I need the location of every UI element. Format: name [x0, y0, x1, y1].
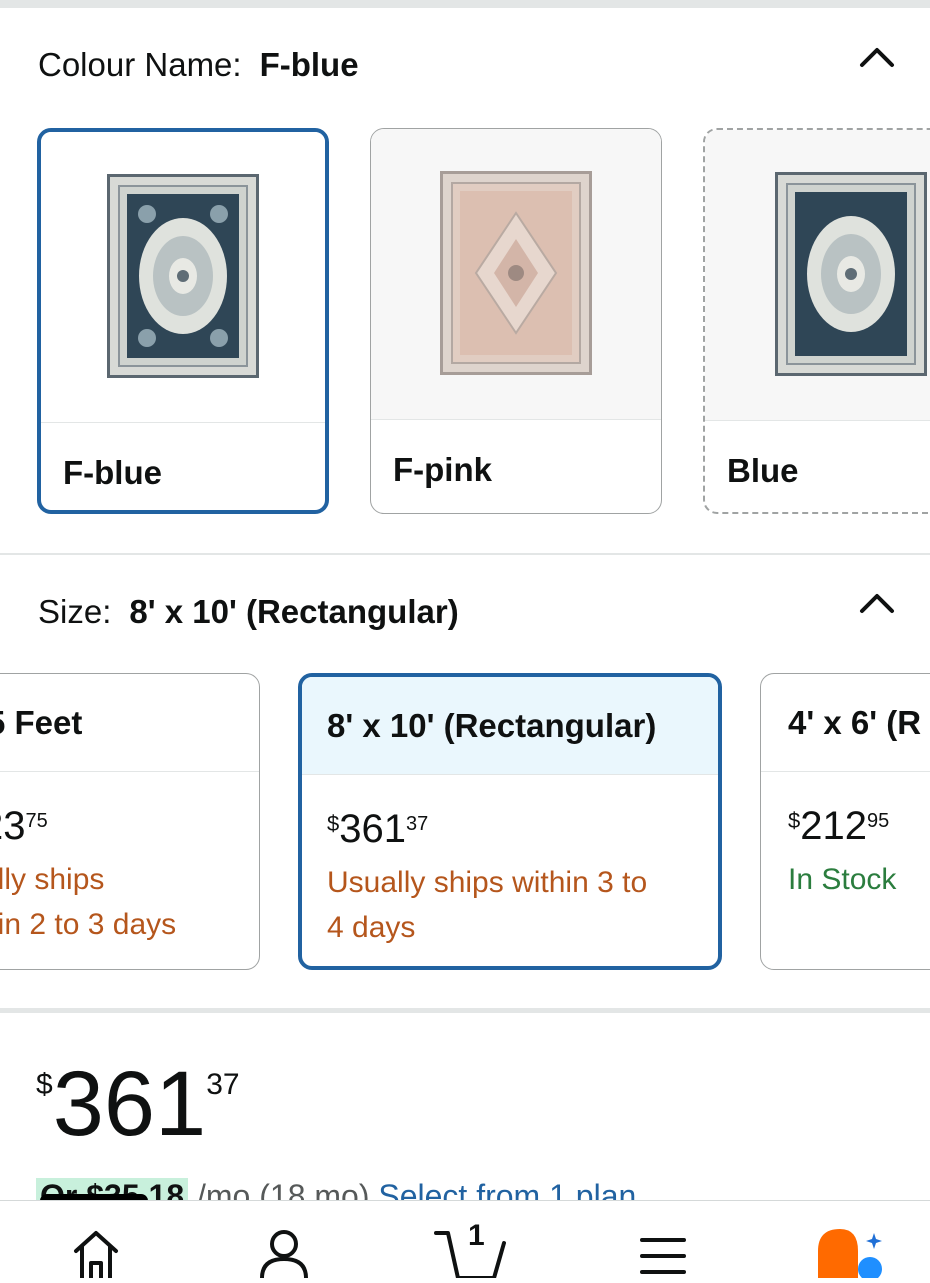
main-price-whole: 361: [52, 1053, 207, 1155]
main-price-fraction: 37: [206, 1068, 240, 1101]
colour-swatch-blue[interactable]: Blue: [703, 128, 930, 514]
swatch-image-area: [41, 132, 325, 423]
swatch-label: Blue: [727, 452, 799, 489]
size-label: Size:: [38, 593, 112, 630]
price-currency: $: [327, 811, 340, 836]
swatch-image-area: [371, 129, 661, 420]
top-divider: [0, 0, 930, 8]
account-icon[interactable]: [258, 1227, 310, 1283]
price-whole: 212: [800, 804, 867, 848]
price-fraction: 75: [25, 810, 48, 832]
size-option-8x10-rectangular[interactable]: 8' x 10' (Rectangular) $36137 Usually sh…: [298, 673, 722, 970]
main-price: $36137: [36, 1058, 240, 1150]
availability-line-2: 4 days: [327, 911, 416, 944]
select-plan-link[interactable]: Select from 1 plan: [378, 1178, 636, 1200]
financing-line: Or $35.18 /mo (18 mo) Select from 1 plan: [36, 1178, 930, 1200]
collapse-size-chevron-up-icon[interactable]: [857, 584, 897, 624]
rufus-ai-icon[interactable]: [818, 1229, 888, 1283]
price-whole: 23: [0, 804, 26, 848]
size-option-5-feet[interactable]: 5 Feet 2375 ally ships hin 2 to 3 days: [0, 673, 260, 970]
rug-image-navy: [107, 174, 259, 378]
size-selected-value: 8' x 10' (Rectangular): [129, 593, 459, 630]
availability-line-1: ally ships: [0, 863, 105, 896]
availability-line-1: Usually ships within 3 to: [327, 866, 648, 899]
home-icon[interactable]: [72, 1227, 120, 1283]
bottom-nav: 1: [0, 1200, 930, 1281]
size-option-price: $21295: [788, 804, 889, 849]
size-option-availability: ally ships hin 2 to 3 days: [0, 857, 176, 947]
size-heading: Size: 8' x 10' (Rectangular): [38, 593, 459, 631]
main-price-currency: $: [36, 1068, 53, 1101]
cart-count: 1: [468, 1219, 485, 1252]
cart-icon[interactable]: 1: [434, 1219, 506, 1283]
section-divider: [0, 1008, 930, 1013]
collapse-colour-chevron-up-icon[interactable]: [857, 38, 897, 78]
rug-image-navy: [775, 172, 927, 376]
size-option-name: 5 Feet: [0, 674, 259, 772]
size-option-price: $36137: [327, 807, 428, 852]
colour-heading: Colour Name: F-blue: [38, 46, 359, 84]
price-currency: $: [788, 808, 801, 833]
size-option-name: 8' x 10' (Rectangular): [302, 677, 718, 775]
size-option-name: 4' x 6' (R: [761, 674, 930, 772]
availability-line-2: hin 2 to 3 days: [0, 908, 177, 941]
section-divider: [0, 553, 930, 555]
monthly-term: /mo (18 mo): [197, 1178, 370, 1200]
price-fraction: 95: [867, 810, 890, 832]
availability-line-1: In Stock: [788, 863, 897, 896]
rug-image-pink: [440, 171, 592, 375]
swatch-label: F-pink: [393, 451, 492, 488]
size-option-availability: In Stock: [788, 857, 896, 902]
colour-label: Colour Name:: [38, 46, 242, 83]
colour-swatch-f-blue[interactable]: F-blue: [37, 128, 329, 514]
size-option-availability: Usually ships within 3 to 4 days: [327, 860, 647, 950]
colour-selected-value: F-blue: [259, 46, 359, 83]
price-fraction: 37: [406, 813, 429, 835]
colour-swatch-f-pink[interactable]: F-pink: [370, 128, 662, 514]
swatch-label: F-blue: [63, 454, 162, 491]
swatch-image-area: [705, 130, 930, 421]
menu-icon[interactable]: [640, 1237, 686, 1283]
size-option-price: 2375: [0, 804, 48, 849]
size-option-4x6[interactable]: 4' x 6' (R $21295 In Stock: [760, 673, 930, 970]
price-whole: 361: [339, 807, 406, 851]
